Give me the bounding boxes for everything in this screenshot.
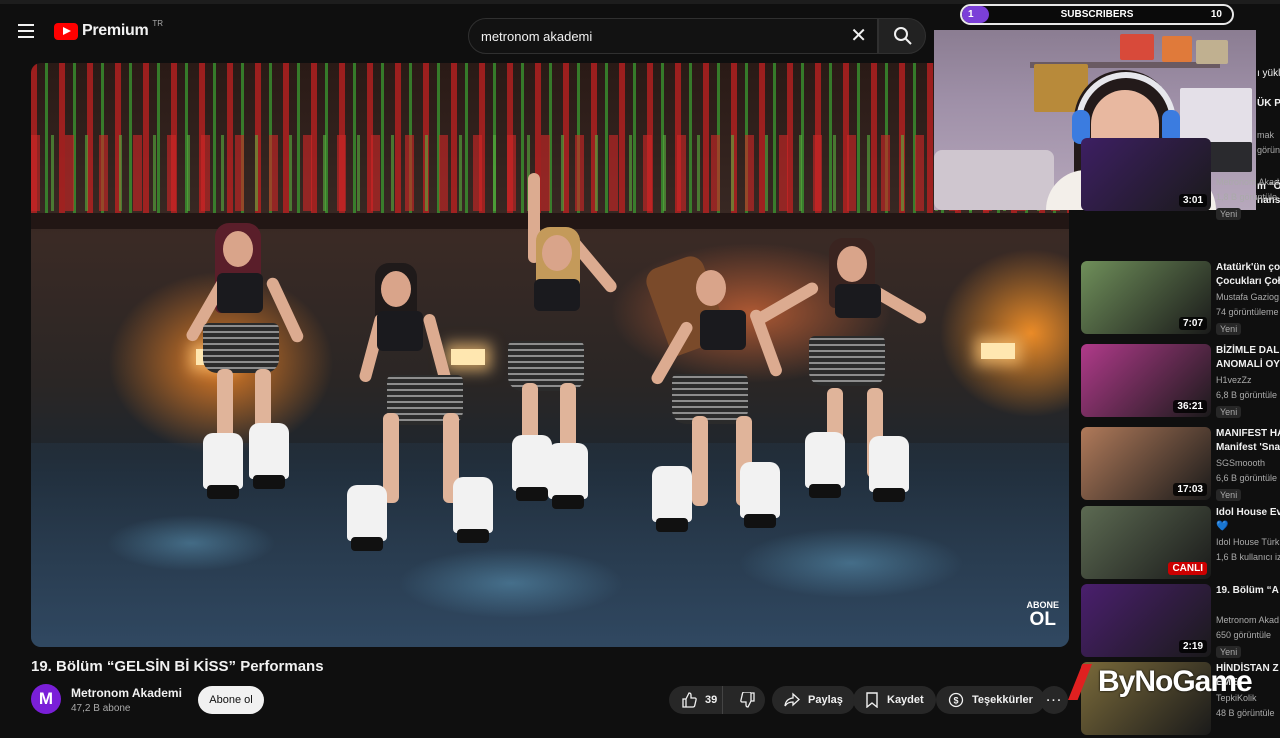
subscriber-label: SUBSCRIBERS bbox=[1060, 9, 1134, 20]
share-button[interactable]: Paylaş bbox=[772, 686, 855, 714]
monitor bbox=[1180, 88, 1252, 144]
new-badge: Yeni bbox=[1216, 406, 1242, 418]
subscribe-button[interactable]: Abone ol bbox=[198, 686, 264, 714]
video-player[interactable]: ABONE OL bbox=[31, 63, 1069, 647]
share-icon bbox=[784, 692, 800, 707]
new-badge: Yeni bbox=[1216, 323, 1242, 335]
sidebar-video-channel: H1vezZz bbox=[1216, 375, 1252, 385]
subscribe-overlay-big: OL bbox=[1029, 609, 1056, 630]
dollar-heart-icon: $ bbox=[948, 692, 964, 708]
sidebar-video-item[interactable]: 3:01 Metronom Akad 1,8 B görüntüle Yeni bbox=[1081, 138, 1280, 220]
shelf-box bbox=[1120, 34, 1154, 60]
search-icon bbox=[894, 27, 912, 45]
thanks-label: Teşekkürler bbox=[972, 694, 1033, 706]
like-count: 39 bbox=[705, 694, 718, 706]
search-input[interactable]: metronom akademi ✕ bbox=[468, 18, 878, 54]
channel-subscribers: 47,2 B abone bbox=[71, 703, 131, 714]
stage-lamp bbox=[451, 349, 485, 365]
sidebar-video-channel: Metronom Akad bbox=[1216, 615, 1280, 625]
live-badge: CANLI bbox=[1168, 562, 1207, 575]
save-button[interactable]: Kaydet bbox=[853, 686, 936, 714]
thumbs-down-icon bbox=[740, 692, 755, 708]
bookmark-icon bbox=[866, 692, 878, 708]
sidebar-video-item[interactable]: CANLI Idol House Ev 💙 Idol House Türk 1,6 B … bbox=[1081, 506, 1280, 582]
video-duration: 17:03 bbox=[1173, 483, 1207, 496]
video-thumbnail[interactable]: 17:03 bbox=[1081, 427, 1211, 500]
sidebar-video-views: 1,8 B görüntüle bbox=[1216, 192, 1278, 202]
dislike-button[interactable] bbox=[731, 692, 765, 708]
new-badge: Yeni bbox=[1216, 489, 1242, 501]
sidebar-video-title: MANIFEST HA bbox=[1216, 428, 1280, 439]
thanks-button[interactable]: $ Teşekkürler bbox=[936, 686, 1045, 714]
like-button[interactable]: 39 bbox=[669, 686, 723, 714]
sidebar-video-item[interactable]: 36:21 BİZİMLE DAL ANOMALİ OY H1vezZz 6,8 B g… bbox=[1081, 344, 1280, 420]
video-duration: 3:01 bbox=[1178, 194, 1207, 207]
subscriber-goal: 10 bbox=[1210, 9, 1222, 20]
sidebar-video-item[interactable]: 2:19 19. Bölüm “A Metronom Akad 650 görüntü… bbox=[1081, 584, 1280, 660]
sidebar-video-title: 💙 bbox=[1216, 521, 1229, 532]
sidebar-peek-text: görüntü bbox=[1257, 145, 1280, 155]
sidebar-video-channel: Mustafa Gaziog bbox=[1216, 292, 1280, 302]
share-label: Paylaş bbox=[808, 694, 843, 706]
sidebar-video-views: 650 görüntüle bbox=[1216, 630, 1272, 640]
subscribe-overlay[interactable]: ABONE OL bbox=[1026, 601, 1059, 630]
video-thumbnail[interactable]: 36:21 bbox=[1081, 344, 1211, 417]
sidebar-video-title: 19. Bölüm “A bbox=[1216, 585, 1279, 596]
search-value: metronom akademi bbox=[481, 29, 593, 44]
menu-icon[interactable] bbox=[18, 24, 34, 38]
sidebar-video-title: Çocukları Çoł bbox=[1216, 276, 1280, 287]
video-thumbnail[interactable]: CANLI bbox=[1081, 506, 1211, 579]
sidebar-video-title: BİZİMLE DAL bbox=[1216, 345, 1280, 356]
stage-lamp bbox=[981, 343, 1015, 359]
more-actions-button[interactable]: ... bbox=[1040, 686, 1068, 714]
bynogame-logo-icon bbox=[1068, 664, 1092, 700]
svg-text:$: $ bbox=[953, 696, 958, 706]
video-thumbnail[interactable]: 7:07 bbox=[1081, 261, 1211, 334]
sidebar-video-views: 48 B görüntüle bbox=[1216, 708, 1275, 718]
sidebar-peek-text: ı yükl bbox=[1257, 68, 1280, 79]
channel-name[interactable]: Metronom Akademi bbox=[71, 686, 182, 700]
logo-text: Premium bbox=[82, 22, 149, 39]
shelf-box bbox=[1162, 36, 1192, 62]
bynogame-watermark: ByNoGame bbox=[1068, 664, 1253, 700]
search-button[interactable] bbox=[878, 18, 926, 54]
video-duration: 7:07 bbox=[1178, 317, 1207, 330]
youtube-logo[interactable]: Premium TR bbox=[54, 18, 164, 40]
clear-search-icon[interactable]: ✕ bbox=[850, 25, 867, 47]
video-thumbnail[interactable]: 2:19 bbox=[1081, 584, 1211, 657]
sidebar-peek-text: mak bbox=[1257, 130, 1275, 140]
bed bbox=[934, 150, 1054, 210]
video-thumbnail[interactable]: 3:01 bbox=[1081, 138, 1211, 211]
sidebar-video-title: Manifest 'Sna bbox=[1216, 442, 1280, 453]
youtube-play-icon bbox=[54, 22, 78, 40]
new-badge: Yeni bbox=[1216, 208, 1242, 220]
sidebar-peek-text: ÜK PU bbox=[1257, 98, 1280, 109]
sidebar-video-item[interactable]: 17:03 MANIFEST HA Manifest 'Sna SGSmoooth 6,… bbox=[1081, 427, 1280, 503]
thumbs-up-icon bbox=[682, 692, 697, 708]
sidebar-video-views: 74 görüntüleme bbox=[1216, 307, 1279, 317]
sidebar-video-title: ANOMALİ OY bbox=[1216, 359, 1280, 370]
sidebar-video-views: 6,8 B görüntüle bbox=[1216, 390, 1278, 400]
video-duration: 36:21 bbox=[1173, 400, 1207, 413]
sidebar-video-title: Idol House Ev bbox=[1216, 507, 1280, 518]
shelf-box bbox=[1196, 40, 1228, 64]
sidebar-video-title: Atatürk'ün ço bbox=[1216, 262, 1280, 273]
video-title: 19. Bölüm “GELSİN Bİ KİSS” Performans bbox=[31, 658, 324, 675]
led-wall-lower bbox=[31, 135, 1069, 211]
sidebar-video-views: 6,6 B görüntüle bbox=[1216, 473, 1278, 483]
save-label: Kaydet bbox=[887, 694, 924, 706]
channel-avatar[interactable]: M bbox=[31, 684, 61, 714]
sidebar-video-views: 1,6 B kullanıcı iz bbox=[1216, 552, 1280, 562]
sidebar-video-channel: Metronom Akad bbox=[1216, 177, 1280, 187]
video-duration: 2:19 bbox=[1178, 640, 1207, 653]
like-dislike-group: 39 bbox=[669, 686, 765, 714]
sidebar-video-item[interactable]: 7:07 Atatürk'ün ço Çocukları Çoł Mustafa Ga… bbox=[1081, 261, 1280, 337]
sidebar-video-channel: SGSmoooth bbox=[1216, 458, 1266, 468]
subscriber-goal-widget: 1 SUBSCRIBERS 10 bbox=[960, 4, 1234, 25]
new-badge: Yeni bbox=[1216, 646, 1242, 658]
sidebar-video-channel: Idol House Türk bbox=[1216, 537, 1280, 547]
bynogame-text: ByNoGame bbox=[1098, 665, 1253, 698]
logo-region: TR bbox=[152, 18, 164, 28]
